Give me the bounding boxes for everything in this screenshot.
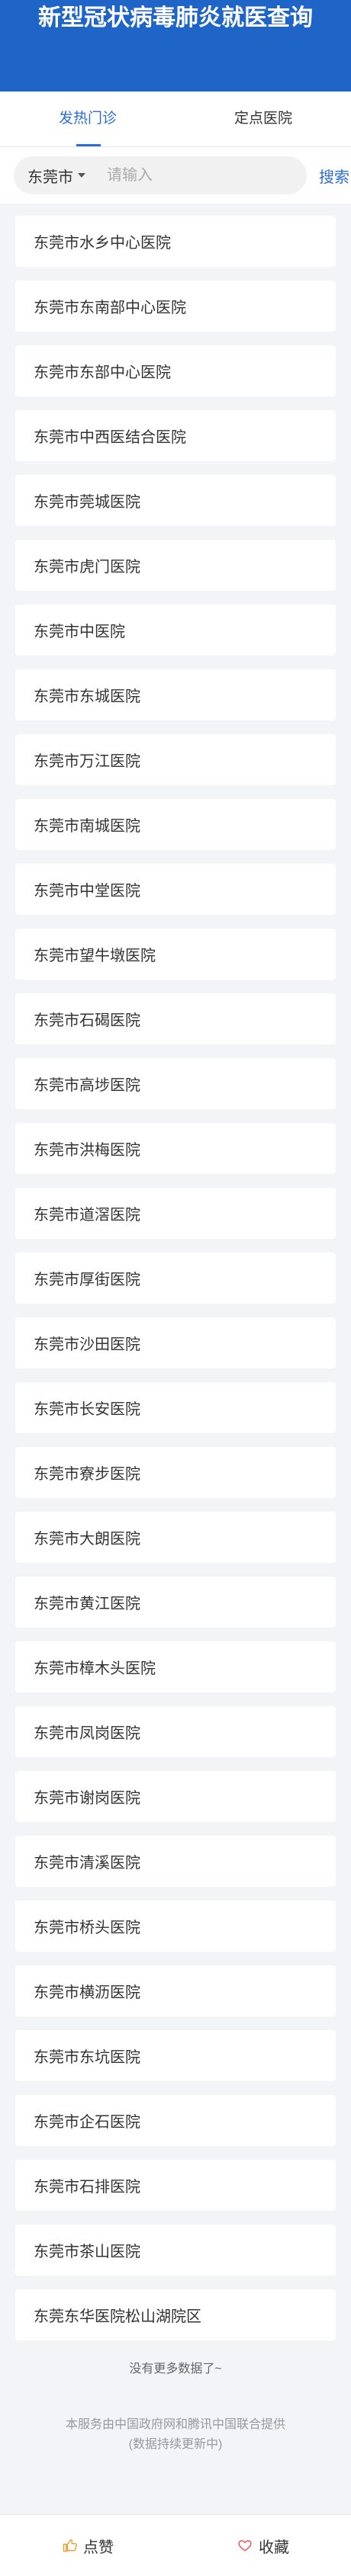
hospital-list-item[interactable]: 东莞市中堂医院: [15, 864, 336, 915]
like-button[interactable]: 点赞: [0, 2515, 176, 2576]
hospital-name: 东莞市樟木头医院: [34, 1660, 156, 1677]
hospital-name: 东莞市凤岗医院: [34, 1725, 140, 1742]
hospital-name: 东莞市寮步医院: [34, 1466, 140, 1483]
hospital-name: 东莞市石碣医院: [34, 1012, 140, 1029]
hospital-list-item[interactable]: 东莞市望牛墩医院: [15, 929, 336, 980]
hospital-name: 东莞市厚街医院: [34, 1272, 140, 1288]
hospital-list-item[interactable]: 东莞市厚街医院: [15, 1253, 336, 1304]
city-selector[interactable]: 东莞市: [27, 165, 85, 187]
hospital-list-item[interactable]: 东莞市洪梅医院: [15, 1123, 336, 1174]
hospital-name: 东莞市洪梅医院: [34, 1142, 140, 1159]
hospital-name: 东莞市中堂医院: [34, 883, 140, 900]
hospital-name: 东莞市中医院: [34, 624, 125, 640]
hospital-list-item[interactable]: 东莞市东部中心医院: [15, 345, 336, 396]
hospital-name: 东莞市大朗医院: [34, 1531, 140, 1548]
hospital-list-item[interactable]: 东莞市桥头医院: [15, 1901, 336, 1952]
tab-bar: 发热门诊 定点医院: [0, 91, 351, 147]
hospital-list-item[interactable]: 东莞市石排医院: [15, 2160, 336, 2211]
caret-down-icon: [78, 173, 85, 178]
hospital-name: 东莞市沙田医院: [34, 1336, 140, 1353]
hospital-name: 东莞市莞城医院: [34, 494, 140, 511]
hospital-list-item[interactable]: 东莞市东城医院: [15, 669, 336, 720]
hospital-name: 东莞东华医院松山湖院区: [34, 2308, 201, 2325]
hospital-name: 东莞市长安医院: [34, 1401, 140, 1418]
hospital-name: 东莞市东部中心医院: [34, 364, 171, 381]
hospital-list-item[interactable]: 东莞市东坑医院: [15, 2030, 336, 2081]
hospital-name: 东莞市清溪医院: [34, 1855, 140, 1872]
hospital-name: 东莞市石排医院: [34, 2179, 140, 2196]
page-header: 新型冠状病毒肺炎就医查询: [0, 0, 351, 91]
hospital-list-item[interactable]: 东莞市黄江医院: [15, 1577, 336, 1628]
list-end-text: 没有更多数据了~: [129, 2363, 222, 2376]
search-button[interactable]: 搜索: [319, 165, 349, 187]
hospital-name: 东莞市虎门医院: [34, 559, 140, 576]
hospital-list-item[interactable]: 东莞市石碣医院: [15, 993, 336, 1044]
hospital-list: 东莞市水乡中心医院 东莞市东南部中心医院 东莞市东部中心医院 东莞市中西医结合医院 东莞…: [0, 204, 351, 2340]
hospital-list-item[interactable]: 东莞市凤岗医院: [15, 1706, 336, 1757]
hospital-list-item[interactable]: 东莞市长安医院: [15, 1382, 336, 1433]
footer-line-2: (数据持续更新中): [128, 2438, 223, 2451]
hospital-list-item[interactable]: 东莞市虎门医院: [15, 540, 336, 591]
city-label: 东莞市: [27, 168, 73, 186]
hospital-list-item[interactable]: 东莞市中医院: [15, 605, 336, 656]
hospital-name: 东莞市高埗医院: [34, 1077, 140, 1094]
hospital-list-item[interactable]: 东莞市沙田医院: [15, 1317, 336, 1368]
hospital-name: 东莞市黄江医院: [34, 1596, 140, 1612]
hospital-list-item[interactable]: 东莞市企石医院: [15, 2095, 336, 2146]
hospital-list-item[interactable]: 东莞市谢岗医院: [15, 1771, 336, 1822]
hospital-name: 东莞市南城医院: [34, 818, 140, 835]
hospital-list-item[interactable]: 东莞市中西医结合医院: [15, 410, 336, 461]
hospital-name: 东莞市谢岗医院: [34, 1790, 140, 1807]
hospital-list-item[interactable]: 东莞市茶山医院: [15, 2225, 336, 2276]
search-input[interactable]: [105, 165, 261, 185]
tab-fever-clinic[interactable]: 发热门诊: [0, 91, 176, 146]
hospital-name: 东莞市万江医院: [34, 753, 140, 770]
favorite-label: 收藏: [259, 2539, 289, 2556]
hospital-list-item[interactable]: 东莞市南城医院: [15, 799, 336, 850]
hospital-name: 东莞市企石医院: [34, 2114, 140, 2131]
thumbs-up-icon: [63, 2539, 77, 2552]
hospital-name: 东莞市中西医结合医院: [34, 429, 186, 446]
search-bar: 东莞市 搜索: [0, 147, 351, 204]
hospital-list-item[interactable]: 东莞市横沥医院: [15, 1965, 336, 2016]
hospital-name: 东莞市水乡中心医院: [34, 235, 171, 252]
bottom-action-bar: 点赞 收藏: [0, 2514, 351, 2576]
favorite-button[interactable]: 收藏: [176, 2515, 351, 2576]
hospital-list-item[interactable]: 东莞市寮步医院: [15, 1447, 336, 1498]
hospital-name: 东莞市东坑医院: [34, 2049, 140, 2066]
search-box: 东莞市: [14, 156, 307, 194]
hospital-name: 东莞市道滘医院: [34, 1207, 140, 1224]
hospital-list-item[interactable]: 东莞市大朗医院: [15, 1512, 336, 1563]
hospital-list-item[interactable]: 东莞市高埗医院: [15, 1058, 336, 1109]
hospital-name: 东莞市桥头医院: [34, 1920, 140, 1936]
hospital-name: 东莞市东南部中心医院: [34, 300, 186, 316]
hospital-list-item[interactable]: 东莞市清溪医院: [15, 1836, 336, 1887]
hospital-list-item[interactable]: 东莞市水乡中心医院: [15, 216, 336, 267]
page-title: 新型冠状病毒肺炎就医查询: [38, 5, 313, 30]
hospital-name: 东莞市东城医院: [34, 688, 140, 705]
hospital-list-item[interactable]: 东莞东华医院松山湖院区: [15, 2289, 336, 2340]
hospital-name: 东莞市茶山医院: [34, 2244, 140, 2260]
like-label: 点赞: [83, 2539, 114, 2556]
hospital-name: 东莞市横沥医院: [34, 1984, 140, 2001]
hospital-list-item[interactable]: 东莞市樟木头医院: [15, 1641, 336, 1692]
hospital-list-item[interactable]: 东莞市莞城医院: [15, 475, 336, 526]
heart-icon: [238, 2540, 252, 2552]
footer-line-1: 本服务由中国政府网和腾讯中国联合提供: [65, 2418, 285, 2431]
hospital-name: 东莞市望牛墩医院: [34, 948, 156, 964]
hospital-list-item[interactable]: 东莞市道滘医院: [15, 1188, 336, 1239]
footer-note: 本服务由中国政府网和腾讯中国联合提供 (数据持续更新中): [0, 2415, 351, 2455]
tab-designated-hospital[interactable]: 定点医院: [176, 91, 351, 146]
active-tab-indicator: [76, 144, 101, 146]
hospital-list-item[interactable]: 东莞市万江医院: [15, 734, 336, 785]
hospital-list-item[interactable]: 东莞市东南部中心医院: [15, 281, 336, 332]
